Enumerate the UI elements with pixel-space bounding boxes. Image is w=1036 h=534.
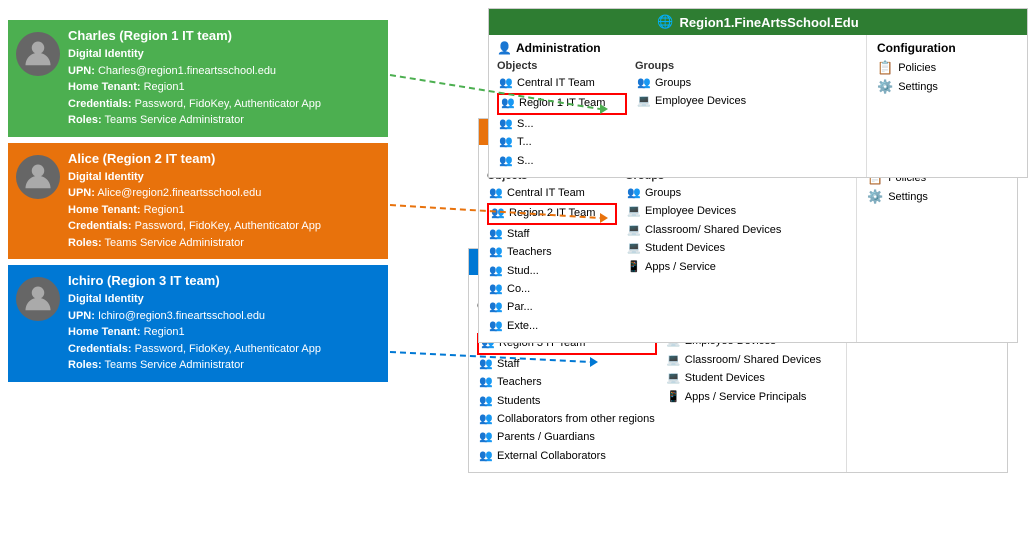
region2-objects-col: Objects 👥 Central IT Team 👥 Region 2 IT … (487, 170, 617, 336)
people-icon: 👥 (499, 136, 513, 150)
region1-header: 🌐 Region1.FineArtsSchool.Edu (489, 9, 1027, 35)
region3-obj-staff: 👥 Staff (477, 356, 657, 373)
people-icon: 👥 (491, 207, 505, 221)
people-icon: 👥 (479, 357, 493, 371)
person-cards: Charles (Region 1 IT team) Digital Ident… (8, 20, 388, 382)
region1-config-policies: 📋 Policies (877, 60, 1017, 76)
person-info-alice: Alice (Region 2 IT team) Digital Identit… (68, 151, 380, 252)
region2-obj-region2-team: 👥 Region 2 IT Team (487, 203, 617, 224)
region1-obj-s: 👥 S... (497, 116, 627, 133)
person-name-alice: Alice (Region 2 IT team) (68, 151, 380, 166)
people-icon: 👥 (489, 319, 503, 333)
region2-groups-col: Groups 👥 Groups 💻 Employee Devices 💻 (625, 170, 783, 336)
region1-obj-t: 👥 T... (497, 134, 627, 151)
device-icon: 💻 (627, 223, 641, 237)
region1-obj-s2: 👥 S... (497, 153, 627, 170)
people-icon: 👥 (501, 97, 515, 111)
people-icon: 👥 (499, 154, 513, 168)
device-icon: 💻 (627, 205, 641, 219)
settings-icon: ⚙️ (867, 189, 883, 205)
region2-admin-columns: Objects 👥 Central IT Team 👥 Region 2 IT … (487, 170, 848, 336)
people-icon: 👥 (479, 413, 493, 427)
region1-groups-col: Groups 👥 Groups 💻 Employee Devices (635, 60, 765, 171)
region1-admin-title: 👤 Administration (497, 41, 858, 55)
person-details-alice: Digital Identity UPN: Alice@region2.fine… (68, 169, 380, 252)
region3-obj-collabs: 👥 Collaborators from other regions (477, 411, 657, 428)
person-card-charles: Charles (Region 1 IT team) Digital Ident… (8, 20, 388, 137)
region3-obj-teachers: 👥 Teachers (477, 374, 657, 391)
region1-objects-col: Objects 👥 Central IT Team 👥 Region 1 IT … (497, 60, 627, 171)
region3-obj-parents: 👥 Parents / Guardians (477, 429, 657, 446)
region2-grp-classroom: 💻 Classroom/ Shared Devices (625, 222, 783, 239)
region1-admin: 👤 Administration Objects 👥 Central IT Te… (489, 35, 867, 177)
region2-grp-employee-devices: 💻 Employee Devices (625, 203, 783, 220)
region1-obj-region1-team: 👥 Region 1 IT Team (497, 93, 627, 114)
people-icon: 👥 (479, 431, 493, 445)
region1-admin-icon: 👤 (497, 41, 512, 55)
region3-obj-external: 👥 External Collaborators (477, 448, 657, 465)
region2-obj-central-it: 👥 Central IT Team (487, 185, 617, 202)
region1-obj-central-it: 👥 Central IT Team (497, 75, 627, 92)
person-details-charles: Digital Identity UPN: Charles@region1.fi… (68, 46, 380, 129)
region2-grp-groups: 👥 Groups (625, 185, 783, 202)
device-icon: 💻 (627, 242, 641, 256)
avatar-ichiro (16, 277, 60, 321)
region1-groups-title: Groups (635, 60, 765, 72)
people-icon: 👥 (489, 264, 503, 278)
region1-body: 👤 Administration Objects 👥 Central IT Te… (489, 35, 1027, 177)
region1-globe-icon: 🌐 (657, 14, 673, 30)
person-name-ichiro: Ichiro (Region 3 IT team) (68, 273, 380, 288)
people-icon: 👥 (479, 394, 493, 408)
app-icon: 📱 (667, 390, 681, 404)
people-icon: 👥 (499, 77, 513, 91)
people-icon: 👥 (479, 449, 493, 463)
region3-grp-apps: 📱 Apps / Service Principals (665, 389, 823, 406)
person-card-alice: Alice (Region 2 IT team) Digital Identit… (8, 143, 388, 260)
region1-objects-title: Objects (497, 60, 627, 72)
region1-title: Region1.FineArtsSchool.Edu (680, 15, 859, 30)
people-icon: 👥 (499, 117, 513, 131)
people-icon: 👥 (489, 187, 503, 201)
people-icon: 👥 (489, 227, 503, 241)
avatar-alice (16, 155, 60, 199)
region2-config-settings: ⚙️ Settings (867, 189, 1007, 205)
people-icon: 👥 (479, 376, 493, 390)
region2-obj-teachers: 👥 Teachers (487, 244, 617, 261)
region2-obj-exte: 👥 Exte... (487, 318, 617, 335)
region2-obj-co: 👥 Co... (487, 281, 617, 298)
person-name-charles: Charles (Region 1 IT team) (68, 28, 380, 43)
person-card-ichiro: Ichiro (Region 3 IT team) Digital Identi… (8, 265, 388, 382)
region3-grp-student-devices: 💻 Student Devices (665, 370, 823, 387)
region1-config: Configuration 📋 Policies ⚙️ Settings (867, 35, 1027, 177)
region2-obj-stud: 👥 Stud... (487, 263, 617, 280)
main-container: Charles (Region 1 IT team) Digital Ident… (0, 0, 1036, 534)
region2-obj-par: 👥 Par... (487, 299, 617, 316)
person-info-charles: Charles (Region 1 IT team) Digital Ident… (68, 28, 380, 129)
people-icon: 👥 (489, 283, 503, 297)
app-icon: 📱 (627, 260, 641, 274)
region1-admin-columns: Objects 👥 Central IT Team 👥 Region 1 IT … (497, 60, 858, 171)
region2-grp-apps: 📱 Apps / Service (625, 259, 783, 276)
group-icon: 👥 (637, 77, 651, 91)
person-details-ichiro: Digital Identity UPN: Ichiro@region3.fin… (68, 291, 380, 374)
region2-grp-student-devices: 💻 Student Devices (625, 240, 783, 257)
avatar-charles (16, 32, 60, 76)
region3-obj-students: 👥 Students (477, 393, 657, 410)
region1-panel: 🌐 Region1.FineArtsSchool.Edu 👤 Administr… (488, 8, 1028, 178)
region2-obj-staff: 👥 Staff (487, 226, 617, 243)
policy-icon: 📋 (877, 60, 893, 76)
region1-grp-groups: 👥 Groups (635, 75, 765, 92)
settings-icon: ⚙️ (877, 79, 893, 95)
device-icon: 💻 (667, 353, 681, 367)
people-icon: 👥 (489, 301, 503, 315)
device-icon: 💻 (667, 372, 681, 386)
device-icon: 💻 (637, 95, 651, 109)
people-icon: 👥 (489, 246, 503, 260)
person-info-ichiro: Ichiro (Region 3 IT team) Digital Identi… (68, 273, 380, 374)
region3-grp-classroom: 💻 Classroom/ Shared Devices (665, 352, 823, 369)
region1-grp-employee-devices: 💻 Employee Devices (635, 93, 765, 110)
region1-config-settings: ⚙️ Settings (877, 79, 1017, 95)
group-icon: 👥 (627, 187, 641, 201)
region1-config-title: Configuration (877, 41, 1017, 55)
